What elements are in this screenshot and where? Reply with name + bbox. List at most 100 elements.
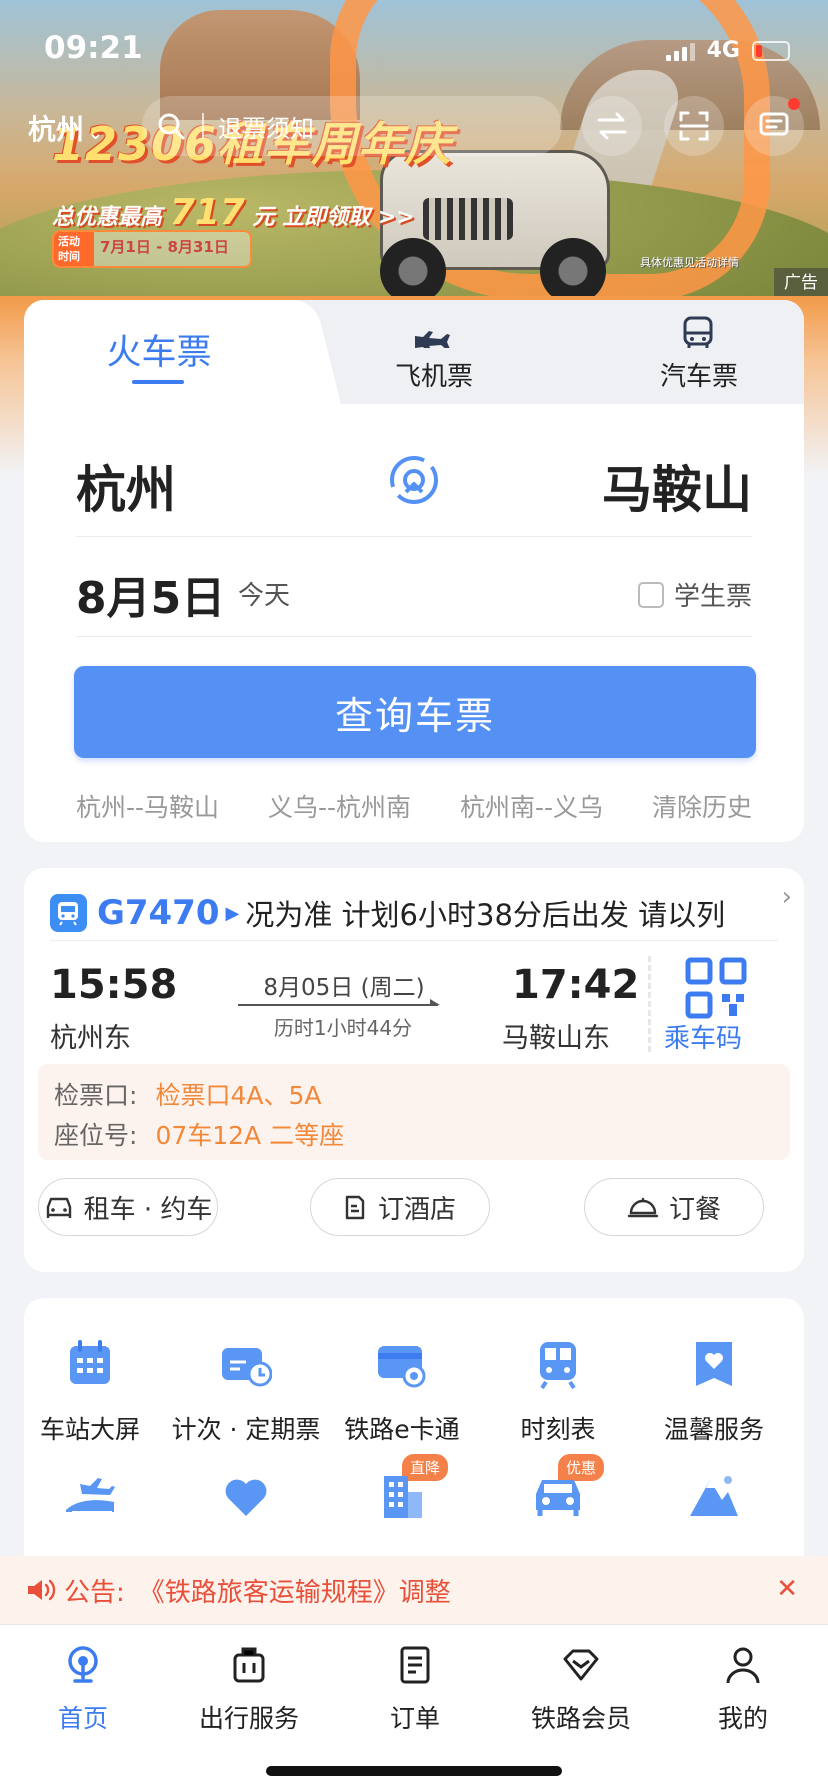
nav-profile[interactable]: 我的 <box>660 1645 826 1735</box>
luggage-icon <box>233 1647 265 1683</box>
service-label: 计次 · 定期票 <box>171 1415 321 1444</box>
boarding-code-label[interactable]: 乘车码 <box>664 1018 742 1055</box>
student-checkbox[interactable] <box>637 581 664 608</box>
car-rental-button[interactable]: 租车 · 约车 <box>38 1178 218 1236</box>
travel-date[interactable]: 8月5日 <box>76 562 225 626</box>
service-label: 时刻表 <box>520 1415 596 1444</box>
service-rail-ecard[interactable]: 铁路e卡通 <box>322 1338 482 1446</box>
search-placeholder: 退票须知 <box>218 114 314 143</box>
hotel-doc-icon <box>345 1195 365 1220</box>
nav-label: 出行服务 <box>198 1704 299 1733</box>
scan-button[interactable] <box>664 96 724 156</box>
service-air-rail[interactable] <box>24 1470 170 1526</box>
car-rental-label: 租车 · 约车 <box>83 1194 213 1225</box>
clear-history-button[interactable]: 清除历史 <box>652 788 752 824</box>
train-icon <box>50 894 87 932</box>
divider <box>76 536 752 537</box>
arrival-station: 马鞍山东 <box>502 1023 610 1054</box>
service-label: 温馨服务 <box>663 1415 764 1444</box>
service-hotel[interactable]: 直降 <box>322 1454 482 1526</box>
search-tickets-button[interactable]: 查询车票 <box>74 666 756 758</box>
service-count-pass[interactable]: 计次 · 定期票 <box>166 1338 326 1446</box>
calendar-icon <box>70 1340 110 1384</box>
tab-bus[interactable]: 汽车票 <box>619 356 779 393</box>
car-icon <box>536 1480 580 1516</box>
message-icon <box>759 112 789 136</box>
search-divider <box>202 113 204 139</box>
to-city[interactable]: 马鞍山 <box>602 450 752 522</box>
order-list-icon <box>400 1646 430 1684</box>
seat-row: 座位号: 07车12A 二等座 <box>54 1116 344 1152</box>
promo-banner[interactable]: 12306租车周年庆 总优惠最高 717 元 立即领取 >> 活动时间 7月1日… <box>0 0 828 340</box>
ticket-info-box: 检票口: 检票口4A、5A 座位号: 07车12A 二等座 <box>38 1064 790 1160</box>
trip-duration: 历时1小时44分 <box>273 1016 413 1040</box>
tab-train[interactable]: 火车票 <box>24 324 294 375</box>
message-button[interactable] <box>744 96 804 156</box>
search-bar[interactable]: 退票须知 <box>142 96 562 156</box>
search-icon <box>158 113 185 140</box>
service-elderly[interactable] <box>166 1470 326 1526</box>
divider <box>50 940 778 941</box>
service-station-screen[interactable]: 车站大屏 <box>24 1338 170 1446</box>
chevron-right-icon[interactable]: › <box>782 882 792 912</box>
history-item[interactable]: 义乌--杭州南 <box>268 788 411 824</box>
speaker-icon <box>28 1579 56 1601</box>
city-label: 杭州 <box>28 113 85 146</box>
play-icon: ▶ <box>225 902 240 924</box>
mountain-icon <box>690 1476 738 1516</box>
upcoming-trip-card[interactable]: G7470 ▶ 况为准 计划6小时38分后出发 请以列 › 15:58 杭州东 … <box>24 868 804 1272</box>
trip-date: 8月05日 (周二) <box>263 975 425 1001</box>
nav-rail-member[interactable]: 铁路会员 <box>498 1645 664 1735</box>
order-meal-button[interactable]: 订餐 <box>584 1178 764 1236</box>
trip-header[interactable]: G7470 ▶ 况为准 计划6小时38分后出发 请以列 <box>50 884 790 942</box>
service-label: 车站大屏 <box>39 1415 140 1444</box>
trip-marquee: 况为准 计划6小时38分后出发 请以列 <box>245 898 726 932</box>
service-timetable[interactable]: 时刻表 <box>478 1338 638 1446</box>
status-indicators: 4G <box>665 38 790 63</box>
user-icon <box>726 1647 760 1684</box>
banner-note: 具体优惠见活动详情 <box>640 256 739 269</box>
service-tourism[interactable] <box>634 1470 794 1526</box>
close-icon[interactable]: ✕ <box>776 1574 798 1604</box>
from-city[interactable]: 杭州 <box>76 450 176 522</box>
home-indicator <box>266 1766 562 1776</box>
notice-text[interactable]: 《铁路旅客运输规程》调整 <box>139 1572 451 1609</box>
service-care[interactable]: 温馨服务 <box>634 1338 794 1446</box>
scan-icon <box>679 111 709 141</box>
student-ticket-toggle[interactable]: 学生票 <box>637 576 752 613</box>
unread-dot <box>788 98 800 110</box>
plane-train-icon <box>66 1478 115 1513</box>
route-row: 杭州 马鞍山 <box>76 450 752 520</box>
announcement-bar[interactable]: 公告: 《铁路旅客运输规程》调整 ✕ <box>0 1556 828 1624</box>
divider <box>76 636 752 637</box>
banner-activity-dates: 活动时间 7月1日 - 8月31日 <box>52 230 252 268</box>
banner-subtitle[interactable]: 总优惠最高 717 元 立即领取 >> <box>52 192 415 233</box>
activity-tag: 活动时间 <box>54 232 94 266</box>
history-item[interactable]: 杭州--马鞍山 <box>76 788 219 824</box>
nav-home[interactable]: 首页 <box>0 1645 166 1735</box>
battery-icon <box>752 40 790 61</box>
qr-code-icon[interactable] <box>684 956 748 1020</box>
railway-logo-icon <box>68 1646 98 1683</box>
gate-value: 检票口4A、5A <box>155 1081 322 1110</box>
swap-stations-icon[interactable] <box>386 452 442 508</box>
heart-icon <box>225 1479 267 1516</box>
ticket-clock-icon <box>222 1348 273 1387</box>
hotel-icon <box>384 1476 422 1518</box>
service-car-rental[interactable]: 优惠 <box>478 1454 638 1526</box>
book-hotel-button[interactable]: 订酒店 <box>310 1178 490 1236</box>
departure-station: 杭州东 <box>50 1023 131 1054</box>
transfer-button[interactable] <box>582 96 642 156</box>
date-hint: 今天 <box>238 581 291 611</box>
notice-prefix: 公告: <box>64 1577 125 1608</box>
history-item[interactable]: 杭州南--义乌 <box>460 788 603 824</box>
transfer-icon <box>597 112 627 140</box>
bus-icon <box>683 316 713 348</box>
arrival-time: 17:42 <box>512 962 640 1008</box>
nav-travel-services[interactable]: 出行服务 <box>166 1645 332 1735</box>
nav-orders[interactable]: 订单 <box>332 1645 498 1735</box>
city-selector[interactable]: 杭州 ⌄ <box>28 108 103 148</box>
banner-claim-link[interactable]: 元 立即领取 >> <box>253 205 415 230</box>
tab-flight[interactable]: 飞机票 <box>354 356 514 393</box>
seat-value: 07车12A 二等座 <box>155 1121 345 1150</box>
